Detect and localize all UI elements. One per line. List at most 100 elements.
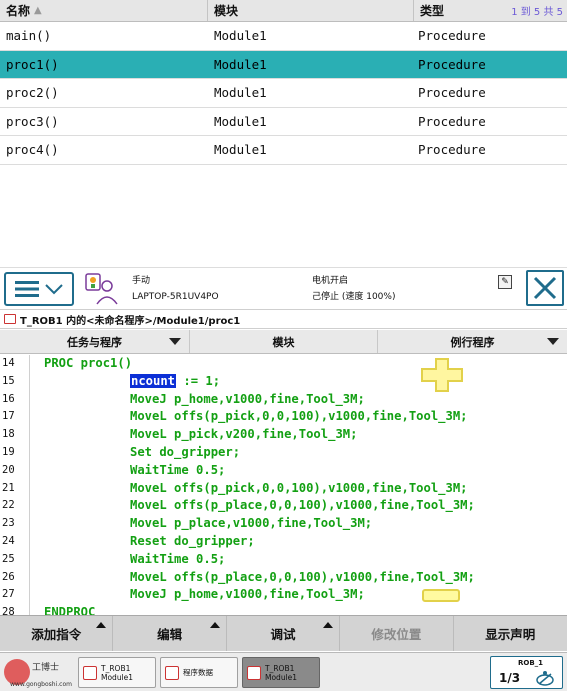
task-program-editor-1[interactable]: T_ROB1 Module1 — [78, 657, 156, 688]
code-text: MoveL p_pick,v200,fine,Tool_3M; — [130, 427, 358, 442]
line-number: 14 — [2, 357, 15, 369]
action-label: 修改位置 — [371, 627, 422, 642]
routine-name-cell: proc3() — [6, 113, 59, 129]
action-button-0[interactable]: 添加指令 — [0, 616, 114, 651]
column-header-type[interactable]: 类型 1 到 5 共 5 — [414, 0, 567, 21]
event-log-icon[interactable]: ✎ — [498, 275, 512, 289]
action-button-1[interactable]: 编辑 — [113, 616, 227, 651]
program-editor-icon — [4, 314, 16, 324]
code-editor[interactable]: 14 PROC proc1() 15 ncount := 1; 16 MoveJ p_ho… — [0, 355, 567, 615]
line-number: 20 — [2, 463, 15, 476]
column-name-label: 名称 — [6, 4, 31, 18]
line-number: 19 — [2, 446, 15, 458]
program-editor-icon — [83, 665, 97, 680]
code-line[interactable]: 21 MoveL offs(p_pick,0,0,100),v1000,fine,… — [0, 480, 567, 498]
main-menu-button[interactable] — [4, 272, 74, 306]
code-text: ENDPROC — [44, 605, 96, 615]
quickset-robot-button[interactable]: ROB_1 1/3 — [490, 656, 563, 689]
line-number: 15 — [2, 374, 15, 387]
routine-name-cell: proc2() — [6, 85, 59, 101]
taskbar: 工博士 www.gongboshi.com T_ROB1 Module1 程序数… — [0, 652, 567, 691]
code-line[interactable]: 22 MoveL offs(p_place,0,0,100),v1000,fine… — [0, 497, 567, 515]
routine-list-header: 名称 ▲ 模块 类型 1 到 5 共 5 — [0, 0, 567, 22]
code-text: MoveL offs(p_place,0,0,100),v1000,fine,T… — [130, 498, 475, 513]
code-line[interactable]: 24 Reset do_gripper; — [0, 533, 567, 551]
column-header-module[interactable]: 模块 — [208, 0, 414, 21]
line-number: 28 — [2, 606, 15, 615]
code-text: MoveL offs(p_place,0,0,100),v1000,fine,T… — [130, 569, 475, 584]
code-line[interactable]: 20 WaitTime 0.5; — [0, 462, 567, 480]
routine-type-cell: Procedure — [418, 56, 486, 72]
routine-type-cell: Procedure — [418, 113, 486, 129]
action-button-2[interactable]: 调试 — [227, 616, 341, 651]
line-number: 23 — [2, 517, 15, 530]
controller-name: LAPTOP-5R1UV4PO — [132, 292, 219, 302]
menu-up-arrow-icon — [96, 622, 107, 628]
code-line[interactable]: 18 MoveL p_pick,v200,fine,Tool_3M; — [0, 426, 567, 444]
line-number: 27 — [2, 588, 15, 601]
program-data-icon — [165, 665, 179, 680]
column-module-label: 模块 — [214, 4, 239, 18]
task-fraction: 1/3 — [499, 671, 521, 685]
line-number: 21 — [2, 481, 15, 494]
action-button-3[interactable]: 修改位置 — [340, 616, 454, 651]
column-type-label: 类型 — [420, 4, 445, 18]
run-state: 己停止 (速度 100%) — [312, 292, 396, 302]
line-number: 25 — [2, 552, 15, 565]
code-line[interactable]: 23 MoveL p_place,v1000,fine,Tool_3M; — [0, 515, 567, 533]
tab-modules[interactable]: 模块 — [190, 330, 378, 353]
editor-tabs: 任务与程序 模块 例行程序 — [0, 330, 567, 354]
routine-row[interactable]: proc4() Module1 Procedure — [0, 136, 567, 165]
code-line[interactable]: 28 ENDPROC — [0, 604, 567, 615]
routine-row[interactable]: proc2() Module1 Procedure — [0, 79, 567, 108]
routine-module-cell: Module1 — [214, 142, 267, 158]
routine-name-cell: main() — [6, 28, 52, 44]
code-text-rest: := 1; — [183, 373, 221, 388]
code-line[interactable]: 26 MoveL offs(p_place,0,0,100),v1000,fine… — [0, 569, 567, 587]
code-text: MoveL offs(p_pick,0,0,100),v1000,fine,To… — [130, 480, 468, 495]
tab-tasks-programs[interactable]: 任务与程序 — [0, 330, 190, 353]
menu-up-arrow-icon — [323, 622, 334, 628]
line-number: 18 — [2, 428, 15, 441]
close-button[interactable] — [526, 270, 564, 306]
routine-module-cell: Module1 — [214, 113, 267, 129]
action-button-4[interactable]: 显示声明 — [454, 616, 567, 651]
menu-up-arrow-icon — [209, 622, 220, 628]
code-text: MoveJ p_home,v1000,fine,Tool_3M; — [130, 391, 365, 406]
code-line[interactable]: 27 MoveJ p_home,v1000,fine,Tool_3M; — [0, 586, 567, 604]
robot-operator-icon[interactable] — [84, 272, 120, 306]
code-line[interactable]: 17 MoveL offs(p_pick,0,0,100),v1000,fine,… — [0, 408, 567, 426]
task-program-editor-2[interactable]: T_ROB1 Module1 — [242, 657, 320, 688]
code-line[interactable]: 15 ncount := 1; — [0, 373, 567, 391]
code-line[interactable]: 16 MoveJ p_home,v1000,fine,Tool_3M; — [0, 391, 567, 409]
program-editor-icon — [247, 665, 261, 680]
selected-token[interactable]: ncount — [130, 373, 177, 388]
routine-name-cell: proc4() — [6, 142, 59, 158]
code-text: MoveL p_place,v1000,fine,Tool_3M; — [130, 516, 373, 531]
tab-routines[interactable]: 例行程序 — [378, 330, 567, 353]
routine-row[interactable]: main() Module1 Procedure — [0, 22, 567, 51]
code-line[interactable]: 25 WaitTime 0.5; — [0, 551, 567, 569]
line-number: 26 — [2, 570, 15, 583]
action-label: 调试 — [270, 627, 296, 642]
action-label: 添加指令 — [31, 627, 82, 642]
breadcrumb-path: T_ROB1 内的<未命名程序>/Module1/proc1 — [20, 315, 241, 327]
code-text: Reset do_gripper; — [130, 534, 255, 548]
code-line[interactable]: 19 Set do_gripper; — [0, 444, 567, 462]
code-text: MoveJ p_home,v1000,fine,Tool_3M; — [130, 587, 365, 602]
operating-mode: 手动 — [132, 276, 151, 286]
routine-row[interactable]: proc3() Module1 Procedure — [0, 108, 567, 136]
routine-row[interactable]: proc1() Module1 Procedure — [0, 50, 567, 79]
robot-jog-icon — [536, 671, 554, 686]
hamburger-menu-icon — [15, 281, 39, 297]
breadcrumb: T_ROB1 内的<未命名程序>/Module1/proc1 — [0, 309, 567, 329]
sort-ascending-icon: ▲ — [34, 5, 42, 16]
code-line[interactable]: 14 PROC proc1() — [0, 355, 567, 373]
code-text: Set do_gripper; — [130, 445, 241, 459]
routine-type-cell: Procedure — [418, 85, 486, 101]
dropdown-arrow-icon — [169, 338, 181, 345]
column-header-name[interactable]: 名称 ▲ — [0, 0, 208, 21]
action-label: 编辑 — [157, 627, 183, 642]
task-label: T_ROB1 Module1 — [265, 663, 298, 682]
task-program-data[interactable]: 程序数据 — [160, 657, 238, 688]
